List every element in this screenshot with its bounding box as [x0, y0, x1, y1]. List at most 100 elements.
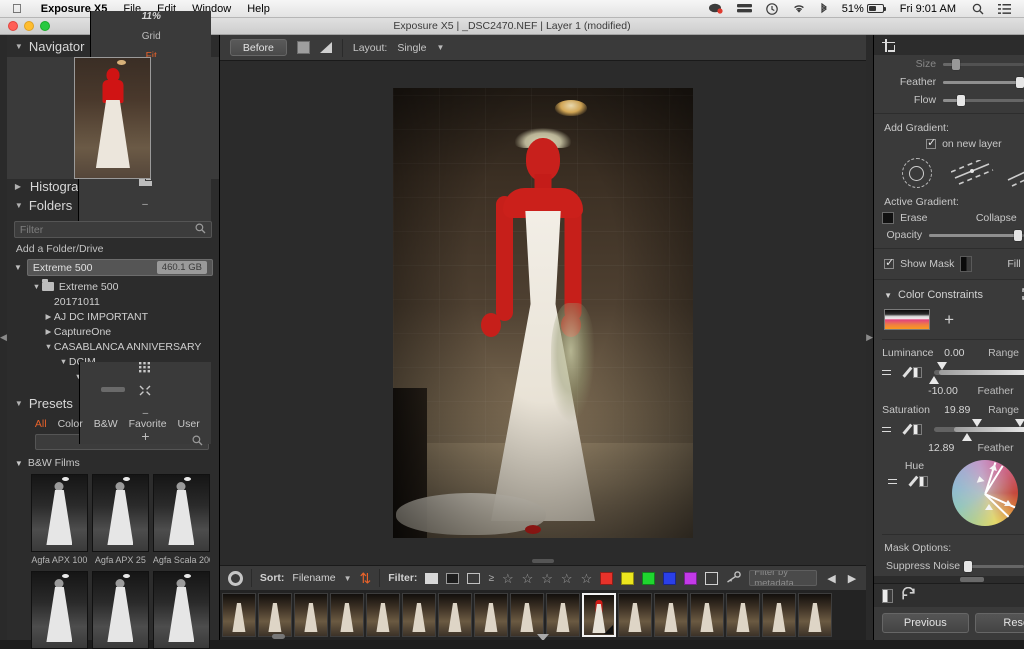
color-label-blue[interactable] [663, 572, 676, 585]
preset-item[interactable]: Agfa APX 100 [31, 474, 88, 567]
right-panel-collapse-handle[interactable]: ▶ [866, 35, 873, 640]
star-rating-2[interactable]: ☆ [522, 572, 534, 585]
keyword-icon[interactable] [726, 571, 741, 586]
brush-feather-slider[interactable] [943, 81, 1024, 84]
filmstrip-thumb[interactable] [474, 593, 508, 637]
color-constraints-header[interactable]: ▼ Color Constraints [882, 284, 1024, 306]
preset-item[interactable] [92, 571, 149, 649]
sort-value[interactable]: Filename [292, 572, 335, 584]
equalize-icon[interactable] [888, 478, 897, 485]
preset-item[interactable]: Agfa Scala 200 [153, 474, 210, 567]
before-button[interactable]: Before [230, 39, 287, 56]
presets-group-header[interactable]: ▼ B&W Films [7, 455, 219, 472]
folders-remove-button[interactable]: – [142, 199, 148, 210]
flag-reject-icon[interactable] [446, 573, 459, 584]
preset-item[interactable] [31, 571, 88, 649]
crop-icon[interactable] [882, 39, 895, 52]
filmstrip-thumb[interactable] [510, 593, 544, 637]
folder-tree-item[interactable]: ▼ Extreme 500 [7, 279, 219, 294]
menubar-clock[interactable]: Fri 9:01 AM [891, 3, 965, 15]
filmstrip-thumb[interactable] [798, 593, 832, 637]
star-rating-1[interactable]: ☆ [502, 572, 514, 585]
eyedropper-icon[interactable] [896, 366, 908, 378]
filmstrip-thumb[interactable] [222, 593, 256, 637]
hue-color-wheel[interactable] [952, 460, 1018, 526]
invert-channel-icon[interactable] [919, 476, 928, 487]
navigator-mode-grid[interactable]: Grid [142, 31, 161, 42]
color-label-yellow[interactable] [621, 572, 634, 585]
presets-tab-all[interactable]: All [35, 418, 47, 430]
right-panel-splitter[interactable] [874, 576, 1024, 583]
filmstrip-thumb[interactable] [294, 593, 328, 637]
timemachine-icon[interactable] [759, 3, 785, 15]
right-panel-scroll[interactable]: Size 15.00 Feather 100 Flo [874, 55, 1024, 576]
collapse-button[interactable]: Collapse [976, 212, 1017, 224]
equalize-icon[interactable] [882, 369, 891, 376]
brush-flow-row[interactable]: Flow 20 [882, 91, 1024, 109]
brush-flow-slider[interactable] [943, 99, 1024, 102]
half-gradient-icon[interactable] [1004, 160, 1024, 186]
spotlight-search-icon[interactable] [965, 3, 991, 15]
on-new-layer-row[interactable]: on new layer [882, 136, 1024, 152]
sort-direction-icon[interactable]: ⇅ [360, 570, 372, 587]
chevron-down-icon[interactable]: ▼ [58, 357, 69, 366]
folder-tree-item[interactable]: ▼ CASABLANCA ANNIVERSARY [7, 339, 219, 354]
chevron-down-icon[interactable]: ▼ [15, 201, 23, 210]
filmstrip-thumb-selected[interactable] [582, 593, 616, 637]
on-new-layer-checkbox[interactable] [926, 139, 936, 149]
image-canvas[interactable] [220, 61, 866, 565]
presets-collapse-icon[interactable] [139, 385, 151, 399]
eyedropper-icon[interactable] [896, 423, 908, 435]
refresh-icon[interactable] [901, 587, 916, 604]
panel-resize-handle[interactable] [101, 387, 125, 392]
chevron-down-icon[interactable]: ▼ [15, 42, 23, 51]
presets-tab-user[interactable]: User [178, 418, 200, 430]
equalize-icon[interactable] [882, 426, 891, 433]
chevron-down-icon[interactable]: ▼ [884, 291, 892, 300]
filmstrip-prev-button[interactable]: ◀ [825, 572, 837, 585]
filmstrip-thumb[interactable] [258, 593, 292, 637]
linear-gradient-icon[interactable] [951, 160, 989, 186]
radial-gradient-icon[interactable] [902, 158, 936, 188]
presets-tab-color[interactable]: Color [58, 418, 83, 430]
star-rating-4[interactable]: ☆ [561, 572, 573, 585]
presets-add-button[interactable]: + [141, 428, 149, 444]
add-folder-drive-link[interactable]: Add a Folder/Drive [7, 241, 219, 259]
erase-swatch-icon[interactable] [882, 212, 894, 224]
chevron-down-icon[interactable]: ▼ [43, 342, 54, 351]
suppress-noise-row[interactable]: Suppress Noise 0.00 [882, 557, 1024, 575]
filmstrip-thumb[interactable] [330, 593, 364, 637]
color-constraint-swatch[interactable] [884, 309, 930, 330]
star-rating-3[interactable]: ☆ [541, 572, 553, 585]
color-label-none[interactable] [705, 572, 718, 585]
add-constraint-button[interactable]: + [944, 311, 954, 328]
chevron-down-icon[interactable]: ▼ [31, 282, 42, 291]
filmstrip[interactable] [220, 590, 866, 640]
folder-tree-item[interactable]: ▶ AJ DC IMPORTANT [7, 309, 219, 324]
brush-size-slider[interactable] [943, 63, 1024, 66]
filmstrip-collapse-icon[interactable] [537, 634, 549, 640]
filmstrip-scroll-thumb[interactable] [272, 634, 285, 639]
splitter-grip[interactable] [960, 577, 984, 582]
saturation-range-slider[interactable] [934, 417, 1024, 441]
filmstrip-next-button[interactable]: ▶ [846, 572, 858, 585]
filmstrip-thumb[interactable] [654, 593, 688, 637]
chevron-down-icon[interactable]: ▼ [437, 43, 445, 52]
folders-filter-input[interactable]: Filter [14, 221, 212, 238]
filmstrip-thumb[interactable] [690, 593, 724, 637]
filmstrip-thumb[interactable] [546, 593, 580, 637]
navigator-preview[interactable] [7, 57, 219, 179]
filmstrip-thumb[interactable] [726, 593, 760, 637]
server-icon[interactable] [730, 3, 759, 14]
reset-button[interactable]: Reset [975, 613, 1024, 633]
folder-tree-item[interactable]: ▶ CaptureOne [7, 324, 219, 339]
presets-panel-header[interactable]: ▼ Presets – + [7, 392, 219, 414]
invert-channel-icon[interactable] [913, 367, 922, 378]
navigator-panel-header[interactable]: ▼ Navigator 11% Grid Fit 1:1 [7, 35, 219, 57]
opacity-slider[interactable] [929, 234, 1024, 237]
filmstrip-thumb[interactable] [438, 593, 472, 637]
photo-preview[interactable] [393, 88, 693, 538]
preset-item[interactable]: Agfa APX 25 [92, 474, 149, 567]
brush-feather-row[interactable]: Feather 100 [882, 73, 1024, 91]
left-panel-collapse-handle[interactable]: ◀ [0, 35, 7, 640]
